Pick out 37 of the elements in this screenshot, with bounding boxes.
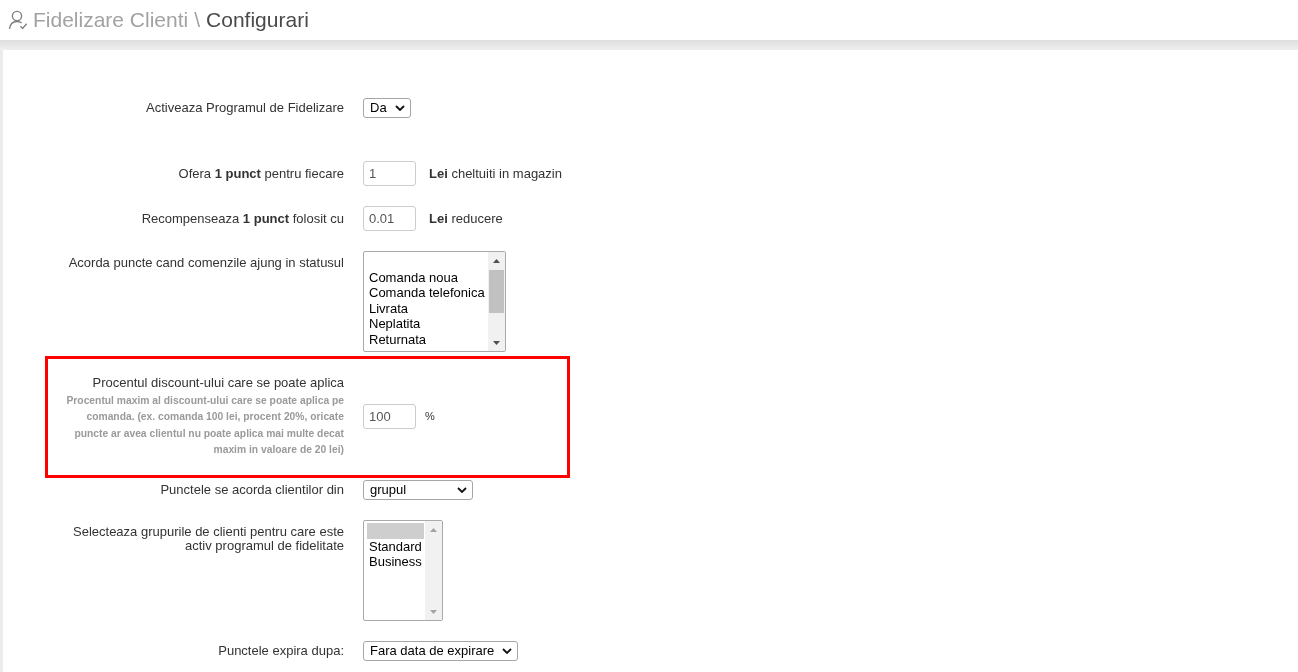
scrollbar-thumb[interactable] <box>488 270 504 313</box>
scrollbar[interactable] <box>487 252 505 351</box>
text-input[interactable]: 100 <box>363 404 416 430</box>
list-box[interactable]: Comanda noua Comanda telefonica Livrata Neplatita Returnata <box>363 251 506 352</box>
dropdown[interactable]: Da <box>363 98 411 118</box>
user-icon <box>8 10 28 30</box>
list-option[interactable]: Comanda noua <box>367 269 487 285</box>
breadcrumb-separator: \ <box>194 7 201 33</box>
field-label: Activeaza Programul de Fidelizare <box>145 101 344 115</box>
field-label: Punctele expira dupa: <box>217 644 344 659</box>
list-option[interactable]: Standard <box>367 538 424 555</box>
dropdown[interactable]: grupul <box>363 480 473 501</box>
field-label: Acorda puncte cand comenzile ajung in statusul <box>67 256 344 270</box>
page-title: Configurari <box>206 7 309 33</box>
list-option[interactable]: Livrata <box>367 300 487 316</box>
field-label: Selecteaza grupurile de clienti pentru care este activ programul de fidelitate <box>72 525 344 554</box>
field-label: Ofera 1 punct pentru fiecare <box>177 166 344 181</box>
chevron-down-icon <box>502 648 513 655</box>
list-option[interactable]: Returnata <box>367 331 487 347</box>
unit-label: Lei reducere <box>429 209 503 228</box>
chevron-down-icon <box>457 487 467 494</box>
up-arrow-icon[interactable] <box>492 258 500 263</box>
down-arrow-icon[interactable] <box>492 340 500 345</box>
text-input[interactable]: 1 <box>363 161 416 186</box>
list-box[interactable]: Standard Business <box>363 520 443 622</box>
field-label: Punctele se acorda clientilor din <box>159 483 344 498</box>
field-label: Procentul discount-ului care se poate aplica <box>91 375 344 391</box>
text-input[interactable]: 0.01 <box>363 206 416 231</box>
list-option[interactable]: Neplatita <box>367 316 487 332</box>
list-option[interactable]: Comanda telefonica <box>367 285 487 301</box>
unit-label: % <box>425 409 435 425</box>
field-label: Recompenseaza 1 punct folosit cu <box>140 211 344 226</box>
unit-label: Lei cheltuiti in magazin <box>429 164 562 183</box>
list-option[interactable]: Business <box>367 554 424 570</box>
dropdown[interactable]: Fara data de expirare <box>363 641 519 662</box>
chevron-down-icon <box>394 105 405 111</box>
help-text: Procentul maxim al discount-ului care se poate aplica pe comanda. (ex. comanda 100 lei, procent 20%, oricate puncte ar avea clientul nu poate aplica mai multe decat maxim in valoare de 20 lei) <box>65 394 344 457</box>
